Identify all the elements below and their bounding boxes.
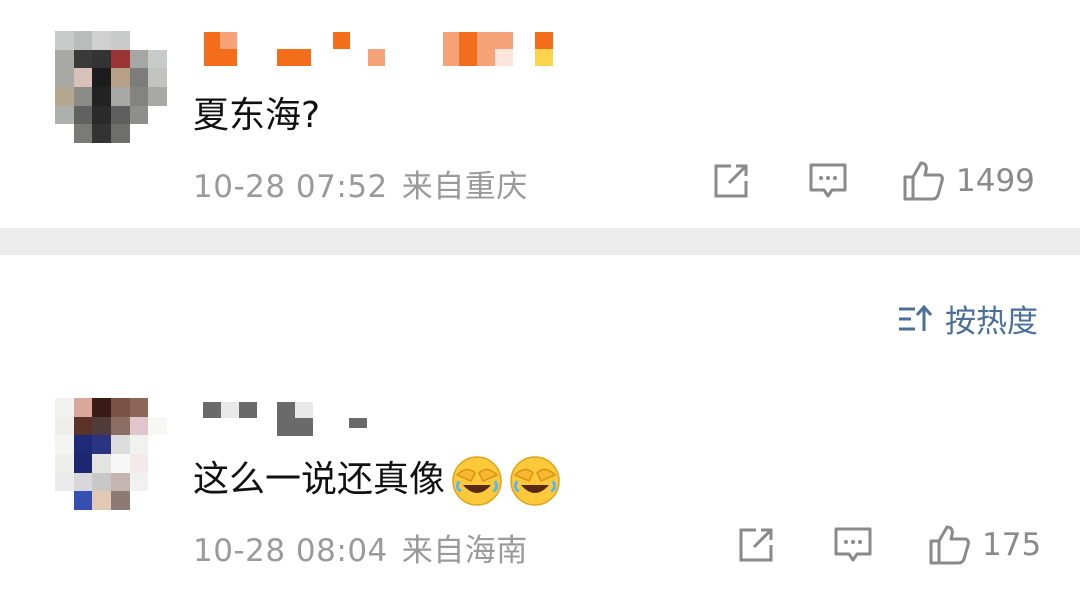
sort-icon [899,304,933,331]
avatar[interactable] [55,398,167,510]
share-icon [714,164,748,198]
share-button[interactable] [711,162,751,200]
like-icon [903,161,944,201]
comment-text: 夏东海? [193,95,321,136]
like-button[interactable]: 175 [928,524,1041,566]
facepalm-laugh-emoji [510,456,560,506]
timestamp: 10-28 08:04 [193,533,388,569]
comment-icon [809,163,847,198]
location: 来自重庆 [401,169,528,205]
comment-meta: 10-28 08:04 来自海南 [193,525,528,570]
facepalm-laugh-emoji [452,456,502,506]
like-count: 1499 [956,163,1035,199]
comment-meta: 10-28 07:52 来自重庆 [193,161,528,206]
comment-button[interactable] [808,162,848,200]
like-icon [929,525,970,565]
comment-icon [834,527,872,562]
comment-card-2: 这么一说还真像 10-28 08:04 来自海南 175 [0,380,1080,589]
sort-by-hot-button[interactable]: 按热度 [897,296,1038,341]
location: 来自海南 [401,533,528,569]
share-button[interactable] [736,526,776,564]
timestamp: 10-28 07:52 [193,169,388,205]
comment-button[interactable] [833,526,873,564]
avatar[interactable] [55,31,167,143]
share-icon [739,528,773,562]
comment-card-1: 夏东海? 10-28 07:52 来自重庆 1499 [0,0,1080,228]
like-count: 175 [982,527,1042,563]
sort-label: 按热度 [945,304,1038,340]
section-divider [0,228,1080,255]
comment-text-content: 这么一说还真像 [193,459,446,500]
comment-text: 这么一说还真像 [193,450,561,507]
like-button[interactable]: 1499 [902,160,1035,202]
